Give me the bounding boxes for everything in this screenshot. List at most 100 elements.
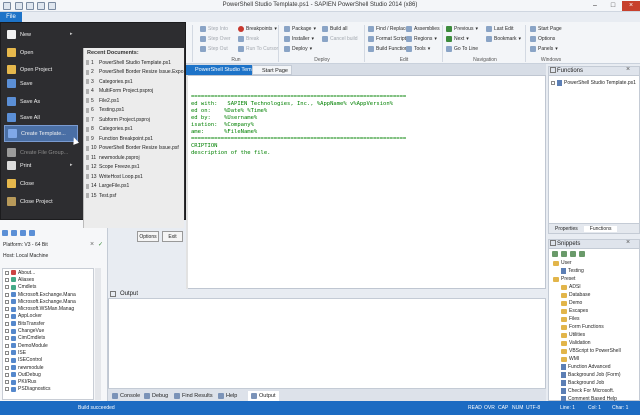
snippet-item[interactable]: Testing bbox=[551, 267, 637, 275]
expand-icon[interactable] bbox=[5, 277, 9, 282]
format-script-button[interactable]: Format Script bbox=[368, 36, 406, 42]
cancel-build-button[interactable]: Cancel build bbox=[322, 36, 358, 42]
previous-button[interactable]: Previous ▾ bbox=[446, 26, 478, 32]
recent-document-item[interactable]: 1 PowerShell Studio Template.ps1 bbox=[84, 58, 184, 68]
object-tree-item[interactable]: Microsoft.Exchange.Mana bbox=[3, 291, 93, 298]
object-tree-item[interactable]: BitsTransfer bbox=[3, 320, 93, 327]
function-item[interactable]: PowerShell Studio Template.ps1 bbox=[551, 79, 637, 87]
file-menu-item[interactable]: Close bbox=[4, 175, 78, 192]
recent-document-item[interactable]: 6 Testing.ps1 bbox=[84, 106, 184, 116]
pin-icon[interactable] bbox=[86, 164, 89, 170]
tab-functions[interactable]: Functions bbox=[583, 225, 618, 232]
file-menu-item[interactable]: New bbox=[4, 26, 78, 43]
expand-icon[interactable] bbox=[5, 307, 9, 312]
object-tree-item[interactable]: AppLocker bbox=[3, 313, 93, 320]
snippet-item[interactable]: Demo bbox=[551, 299, 637, 307]
snippet-item[interactable]: ADSI bbox=[551, 283, 637, 291]
object-tree-scrollbar[interactable] bbox=[95, 268, 101, 400]
file-menu-item[interactable]: Save bbox=[4, 75, 78, 92]
build-all-button[interactable]: Build all bbox=[322, 26, 348, 32]
file-menu-item[interactable]: Create Template... bbox=[4, 125, 78, 142]
start-page-button[interactable]: Start Page bbox=[530, 26, 562, 32]
snippet-item[interactable]: VBScript to PowerShell bbox=[551, 347, 637, 355]
pin-icon[interactable] bbox=[86, 136, 89, 142]
step-over-button[interactable]: Step Over bbox=[200, 36, 231, 42]
pin-icon[interactable] bbox=[86, 126, 89, 132]
tab-output[interactable]: Output bbox=[248, 391, 279, 401]
pin-icon[interactable] bbox=[86, 98, 89, 104]
find-replace-button[interactable]: Find / Replace bbox=[368, 26, 408, 32]
expand-icon[interactable] bbox=[5, 350, 9, 355]
snippet-item[interactable]: Validation bbox=[551, 339, 637, 347]
file-tab[interactable]: File bbox=[0, 12, 22, 22]
step-out-button[interactable]: Step Out bbox=[200, 46, 228, 52]
snippet-item[interactable]: Utilities bbox=[551, 331, 637, 339]
step-into-button[interactable]: Step Into bbox=[200, 26, 228, 32]
recent-document-item[interactable]: 3 Categories.ps1 bbox=[84, 77, 184, 87]
expand-icon[interactable] bbox=[5, 285, 9, 290]
expand-icon[interactable] bbox=[5, 314, 9, 319]
pin-icon[interactable] bbox=[86, 193, 89, 199]
expand-icon[interactable] bbox=[5, 270, 9, 275]
refresh-icon[interactable] bbox=[2, 230, 8, 236]
file-menu-item[interactable]: Save All bbox=[4, 109, 78, 126]
tab-console[interactable]: Console bbox=[112, 391, 140, 401]
pin-icon[interactable] bbox=[86, 69, 89, 75]
file-menu-item[interactable]: Close Project bbox=[4, 193, 78, 210]
recent-document-item[interactable]: 15 Test.psf bbox=[84, 191, 184, 201]
snippet-item[interactable]: Check For Microsoft. bbox=[551, 387, 637, 395]
maximize-button[interactable]: □ bbox=[604, 1, 622, 11]
snippet-item[interactable]: Files bbox=[551, 315, 637, 323]
recent-document-item[interactable]: 2 PowerShell Border Resize Issue.Expo... bbox=[84, 68, 184, 78]
pin-icon[interactable] bbox=[86, 107, 89, 113]
object-tree-item[interactable]: ChangeVue bbox=[3, 327, 93, 334]
pin-icon[interactable] bbox=[86, 117, 89, 123]
close-window-button[interactable]: × bbox=[622, 1, 640, 11]
expand-icon[interactable] bbox=[5, 336, 9, 341]
break-button[interactable]: Break bbox=[238, 36, 259, 42]
object-tree-item[interactable]: ISE bbox=[3, 349, 93, 356]
folder-icon[interactable] bbox=[570, 250, 576, 257]
object-tree-item[interactable]: Microsoft.Exchange.Mana bbox=[3, 298, 93, 305]
recent-document-item[interactable]: 5 File2.ps1 bbox=[84, 96, 184, 106]
recent-document-item[interactable]: 9 Function Breakpoint.ps1 bbox=[84, 134, 184, 144]
snippet-item[interactable]: Database bbox=[551, 291, 637, 299]
object-tree-item[interactable]: Aliases bbox=[3, 276, 93, 283]
object-tree-item[interactable]: About... bbox=[3, 269, 93, 276]
snippet-item[interactable]: WMI bbox=[551, 355, 637, 363]
snippet-item[interactable]: User bbox=[551, 259, 637, 267]
filter-icon[interactable] bbox=[11, 230, 17, 236]
object-tree-item[interactable]: Cmdlets bbox=[3, 284, 93, 291]
output-panel[interactable] bbox=[108, 289, 546, 401]
module-icon[interactable] bbox=[20, 230, 26, 236]
help-icon[interactable] bbox=[29, 230, 35, 236]
next-button[interactable]: Next ▾ bbox=[446, 36, 469, 42]
object-tree-item[interactable]: PSDiagnostics bbox=[3, 386, 93, 393]
options-button[interactable]: Options bbox=[137, 231, 159, 242]
expand-icon[interactable] bbox=[5, 365, 9, 370]
tab-find-results[interactable]: Find Results bbox=[174, 391, 213, 401]
tab-debug[interactable]: Debug bbox=[144, 391, 168, 401]
options-ribbon-button[interactable]: Options bbox=[530, 36, 555, 42]
delete-icon[interactable] bbox=[579, 250, 585, 257]
go-to-line-button[interactable]: Go To Line bbox=[446, 46, 478, 52]
minimize-button[interactable]: – bbox=[586, 1, 604, 11]
expand-icon[interactable] bbox=[5, 329, 9, 334]
edit-snippet-icon[interactable] bbox=[561, 250, 567, 257]
snippet-item[interactable]: Form Functions bbox=[551, 323, 637, 331]
run-to-cursor-button[interactable]: Run To Cursor bbox=[238, 46, 278, 52]
snippet-item[interactable]: Preset bbox=[551, 275, 637, 283]
object-tree-item[interactable]: DemoModule bbox=[3, 342, 93, 349]
object-tree-item[interactable]: ISEControl bbox=[3, 357, 93, 364]
expand-icon[interactable] bbox=[5, 292, 9, 297]
file-menu-item[interactable]: Save As bbox=[4, 93, 78, 110]
recent-document-item[interactable]: 7 Subform Project.psproj bbox=[84, 115, 184, 125]
expand-icon[interactable] bbox=[5, 343, 9, 348]
recent-document-item[interactable]: 8 Categories.ps1 bbox=[84, 125, 184, 135]
expand-icon[interactable] bbox=[5, 358, 9, 363]
snippet-item[interactable]: Background Job (Form) bbox=[551, 371, 637, 379]
expand-icon[interactable] bbox=[5, 372, 9, 377]
pin-icon[interactable] bbox=[86, 79, 89, 85]
check-icon[interactable]: ✓ bbox=[98, 241, 103, 248]
pin-icon[interactable] bbox=[86, 183, 89, 189]
